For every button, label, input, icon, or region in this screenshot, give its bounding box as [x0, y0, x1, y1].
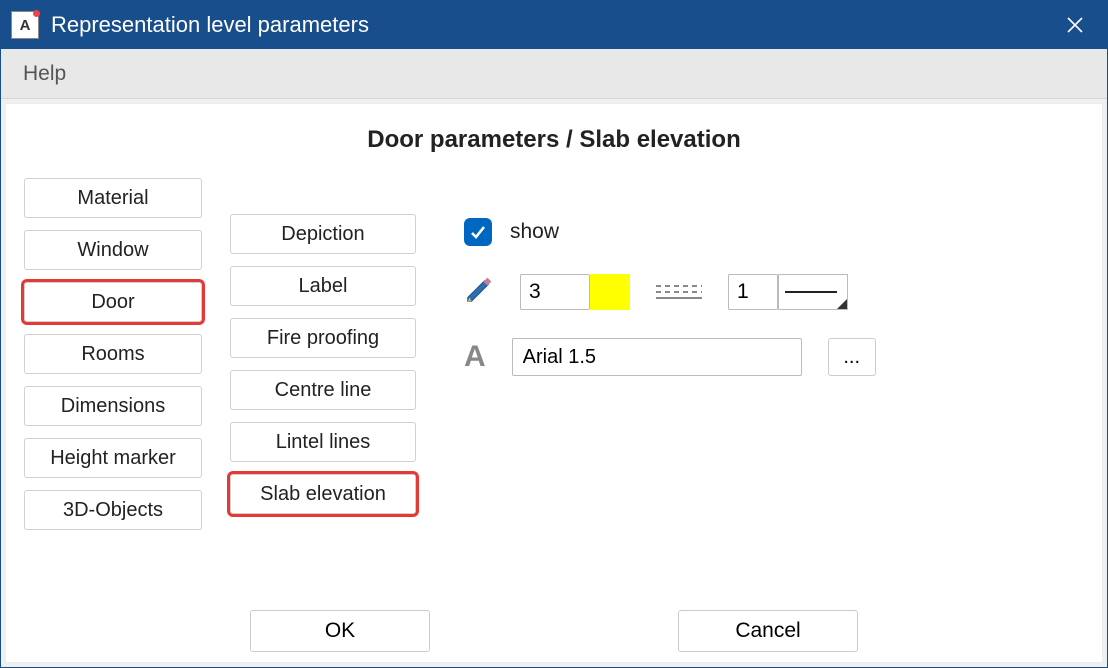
- font-row: A ...: [464, 338, 1084, 376]
- linetype-icon: [656, 277, 702, 307]
- font-input[interactable]: [512, 338, 802, 376]
- subcategory-list: Depiction Label Fire proofing Centre line Li…: [230, 214, 416, 530]
- dialog-footer: OK Cancel: [6, 610, 1102, 652]
- line-input-group: [728, 274, 848, 310]
- cancel-button[interactable]: Cancel: [678, 610, 858, 652]
- show-label: show: [510, 220, 559, 244]
- columns: Material Window Door Rooms Dimensions Height …: [24, 178, 1084, 530]
- pencil-icon: [464, 275, 494, 310]
- subcategory-item-depiction[interactable]: Depiction: [230, 214, 416, 254]
- app-icon: A: [11, 11, 39, 39]
- subcategory-item-centre-line[interactable]: Centre line: [230, 370, 416, 410]
- show-checkbox[interactable]: [464, 218, 492, 246]
- show-row: show: [464, 218, 1084, 246]
- ok-button[interactable]: OK: [250, 610, 430, 652]
- category-item-window[interactable]: Window: [24, 230, 202, 270]
- pen-color-swatch[interactable]: [590, 274, 630, 310]
- window-title: Representation level parameters: [51, 12, 369, 38]
- font-more-button[interactable]: ...: [828, 338, 876, 376]
- pen-input-group: [520, 274, 630, 310]
- subcategory-item-lintel-lines[interactable]: Lintel lines: [230, 422, 416, 462]
- subcategory-item-slab-elevation[interactable]: Slab elevation: [230, 474, 416, 514]
- close-button[interactable]: [1053, 3, 1097, 47]
- subcategory-item-label[interactable]: Label: [230, 266, 416, 306]
- category-item-height-marker[interactable]: Height marker: [24, 438, 202, 478]
- category-list: Material Window Door Rooms Dimensions Height …: [24, 178, 202, 530]
- subcategory-item-fire-proofing[interactable]: Fire proofing: [230, 318, 416, 358]
- close-icon: [1066, 16, 1084, 34]
- lineweight-picker[interactable]: [778, 274, 848, 310]
- settings-panel: show: [444, 178, 1084, 530]
- category-item-door[interactable]: Door: [24, 282, 202, 322]
- pen-number-input[interactable]: [520, 274, 590, 310]
- content-area: Door parameters / Slab elevation Materia…: [5, 103, 1103, 663]
- line-number-input[interactable]: [728, 274, 778, 310]
- pen-row: [464, 274, 1084, 310]
- category-item-material[interactable]: Material: [24, 178, 202, 218]
- check-icon: [469, 223, 487, 241]
- page-title: Door parameters / Slab elevation: [24, 126, 1084, 154]
- titlebar: A Representation level parameters: [1, 1, 1107, 49]
- menubar: Help: [1, 49, 1107, 99]
- category-item-dimensions[interactable]: Dimensions: [24, 386, 202, 426]
- font-icon: A: [464, 340, 486, 374]
- category-item-3d-objects[interactable]: 3D-Objects: [24, 490, 202, 530]
- category-item-rooms[interactable]: Rooms: [24, 334, 202, 374]
- menu-help[interactable]: Help: [23, 62, 66, 86]
- dialog-window: A Representation level parameters Help D…: [0, 0, 1108, 668]
